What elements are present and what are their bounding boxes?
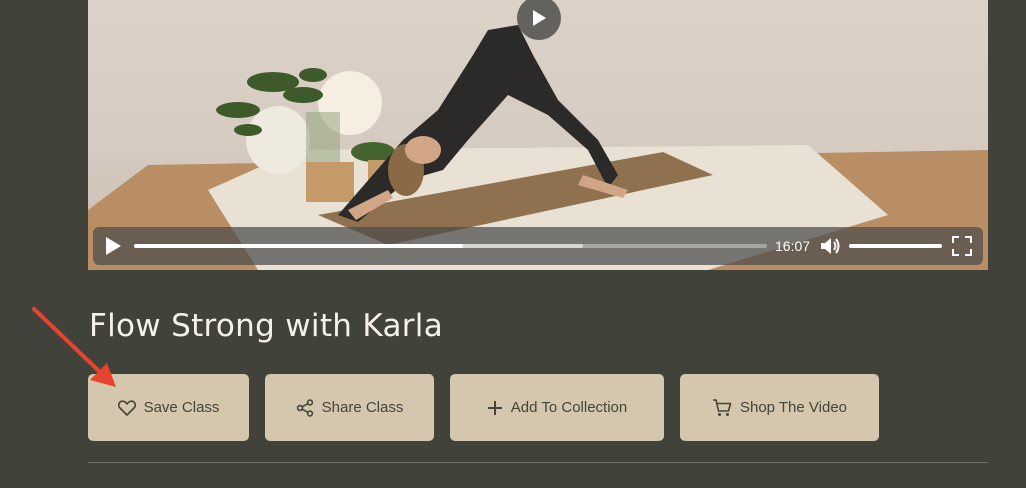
progress-played [134,244,464,248]
progress-bar[interactable] [134,244,767,248]
plus-icon [487,400,502,415]
shop-the-video-label: Shop The Video [739,399,848,416]
share-class-label: Share Class [321,399,404,416]
section-divider [88,462,988,463]
cart-icon [712,398,732,416]
share-class-button[interactable]: Share Class [265,374,434,441]
play-icon [106,237,121,255]
save-class-button[interactable]: Save Class [88,374,249,441]
class-title: Flow Strong with Karla [89,308,444,344]
current-time: 16:07 [775,238,811,254]
fullscreen-button[interactable] [952,236,972,261]
shop-the-video-button[interactable]: Shop The Video [680,374,879,441]
volume-slider[interactable] [849,244,942,248]
video-player[interactable]: 16:07 [88,0,988,270]
add-to-collection-button[interactable]: Add To Collection [450,374,664,441]
video-controls: 16:07 [93,227,983,265]
fullscreen-icon [952,236,972,256]
mute-button[interactable] [820,236,842,261]
play-button[interactable] [105,237,121,260]
add-to-collection-label: Add To Collection [510,399,628,416]
volume-icon [821,238,840,254]
play-icon [533,10,546,26]
volume-level [849,244,942,248]
save-class-label: Save Class [143,399,220,416]
heart-icon [117,399,136,416]
share-icon [296,398,313,417]
